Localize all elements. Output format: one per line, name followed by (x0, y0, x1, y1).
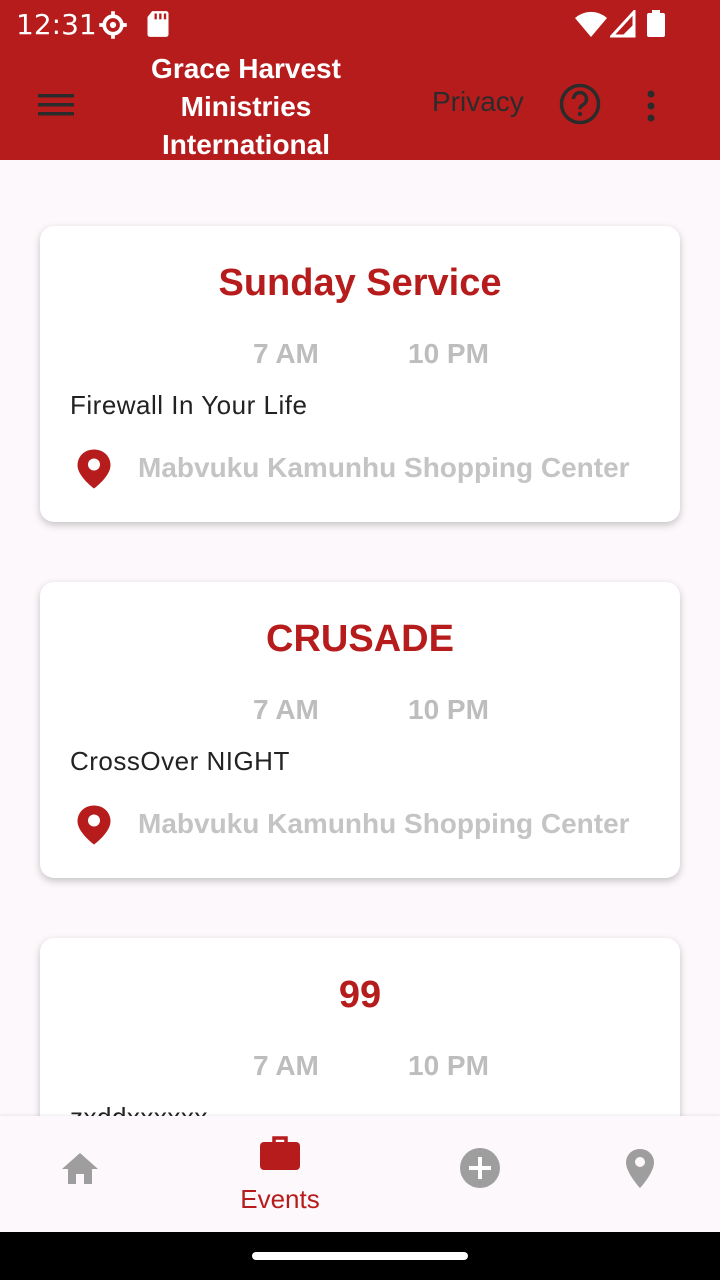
bottom-navigation: Events (0, 1116, 720, 1232)
event-start-time: 7 AM (253, 338, 319, 369)
event-card[interactable]: CRUSADE 7 AM 10 PM CrossOver NIGHT Mabvu… (40, 582, 680, 878)
event-end-time: 10 PM (408, 694, 489, 725)
event-end-time: 10 PM (408, 1050, 489, 1081)
event-location: Mabvuku Kamunhu Shopping Center (138, 808, 630, 839)
event-card[interactable]: Sunday Service 7 AM 10 PM Firewall In Yo… (40, 226, 680, 522)
status-time: 12:31 (16, 8, 97, 41)
sd-card-icon (147, 11, 169, 37)
nav-item-events[interactable]: Events (190, 1116, 370, 1232)
menu-icon[interactable] (30, 86, 82, 122)
nav-item-add[interactable] (390, 1116, 570, 1232)
nav-item-home[interactable] (0, 1116, 170, 1232)
event-location: Mabvuku Kamunhu Shopping Center (138, 452, 630, 483)
event-description: CrossOver NIGHT (70, 746, 290, 776)
event-description: zxddxxxxxx (70, 1102, 208, 1116)
home-gesture-handle[interactable] (252, 1252, 468, 1260)
help-icon[interactable] (558, 82, 602, 126)
location-pin-icon (77, 449, 111, 489)
battery-icon (647, 10, 665, 37)
location-pin-icon (77, 805, 111, 845)
event-title: CRUSADE (266, 618, 454, 660)
app-title: Grace Harvest Ministries International (151, 53, 341, 160)
event-start-time: 7 AM (253, 694, 319, 725)
home-icon (62, 1153, 98, 1184)
event-title: 99 (338, 974, 382, 1016)
signal-icon (610, 10, 636, 38)
events-list[interactable]: Sunday Service 7 AM 10 PM Firewall In Yo… (0, 160, 720, 1116)
privacy-button[interactable]: Privacy (432, 86, 524, 118)
briefcase-icon (260, 1136, 300, 1170)
settings-icon (99, 11, 127, 39)
system-navigation-bar (0, 1232, 720, 1280)
event-end-time: 10 PM (408, 338, 489, 369)
add-circle-icon (460, 1148, 500, 1188)
nav-item-location[interactable] (550, 1116, 720, 1232)
event-card[interactable]: 99 7 AM 10 PM zxddxxxxxx (40, 938, 680, 1116)
event-title: Sunday Service (218, 262, 502, 304)
event-start-time: 7 AM (253, 1050, 319, 1081)
nav-label-events: Events (240, 1184, 320, 1214)
status-bar: 12:31 (0, 0, 720, 48)
more-vert-icon[interactable] (636, 86, 666, 126)
wifi-icon (575, 11, 607, 38)
location-icon (626, 1149, 654, 1188)
app-bar: Grace Harvest Ministries International P… (0, 48, 720, 160)
event-description: Firewall In Your Life (70, 390, 308, 420)
